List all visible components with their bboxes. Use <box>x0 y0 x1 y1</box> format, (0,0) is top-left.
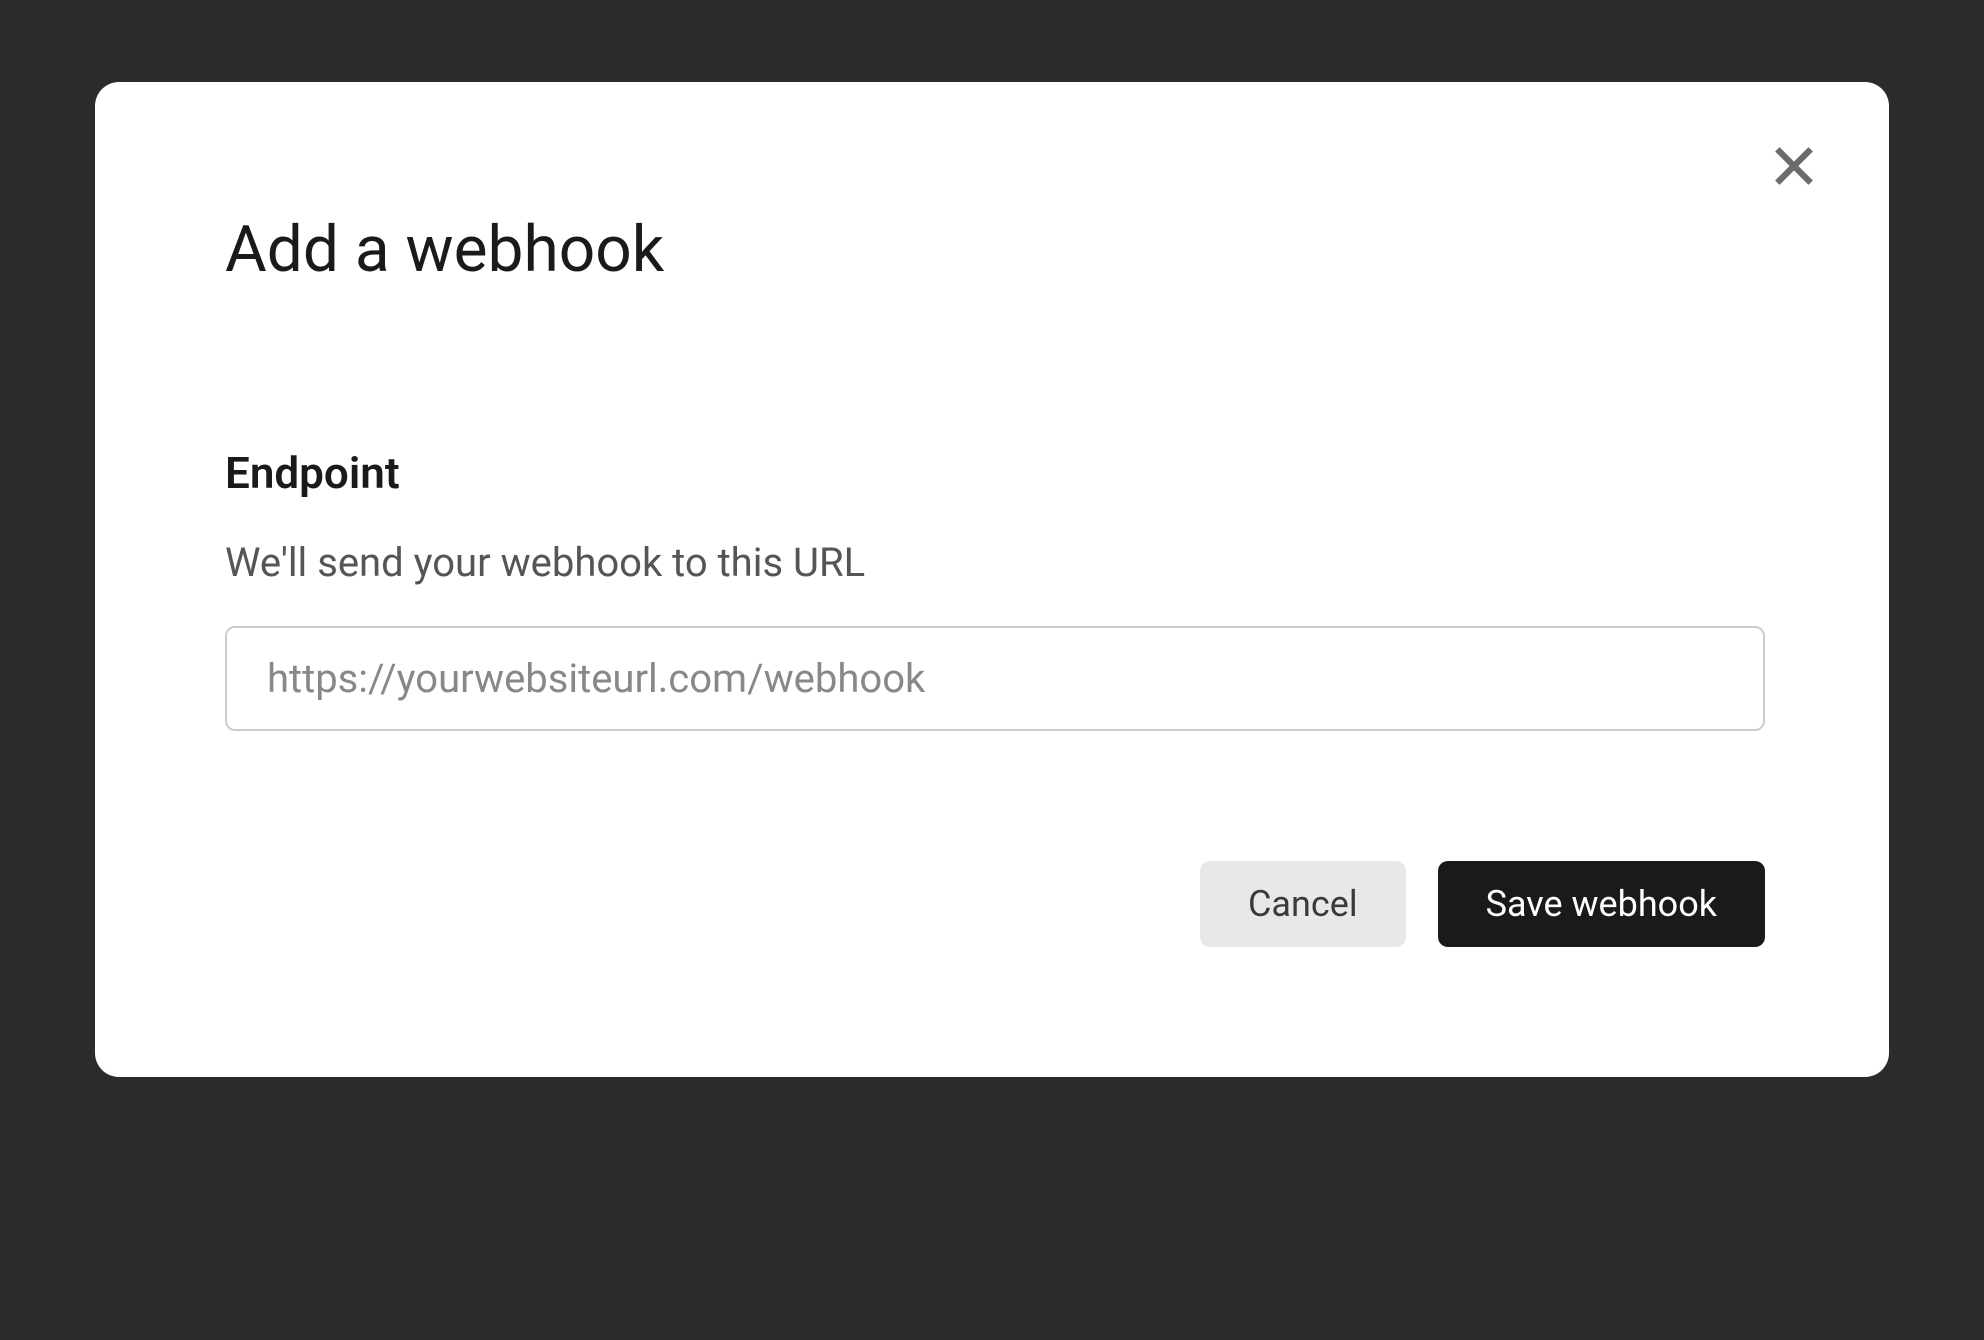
modal-title: Add a webhook <box>225 212 1759 287</box>
close-button[interactable] <box>1759 132 1829 202</box>
close-icon <box>1769 141 1819 194</box>
save-webhook-button[interactable]: Save webhook <box>1438 861 1765 947</box>
button-row: Cancel Save webhook <box>225 861 1765 947</box>
add-webhook-modal: Add a webhook Endpoint We'll send your w… <box>95 82 1889 1077</box>
endpoint-label: Endpoint <box>225 447 1759 499</box>
endpoint-description: We'll send your webhook to this URL <box>225 539 1759 586</box>
endpoint-url-input[interactable] <box>225 626 1765 731</box>
cancel-button[interactable]: Cancel <box>1200 861 1406 947</box>
